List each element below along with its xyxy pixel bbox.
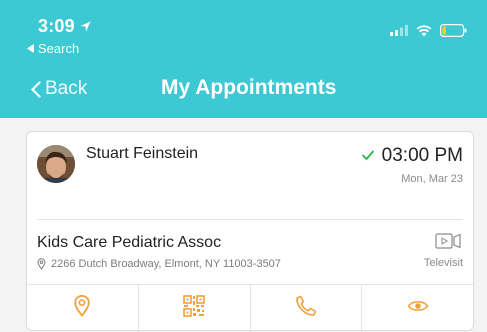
location-pin-icon [74, 295, 91, 317]
battery-icon [440, 24, 467, 37]
clinic-address: 2266 Dutch Broadway, Elmont, NY 11003-35… [37, 258, 281, 270]
view-details-button[interactable] [362, 285, 473, 332]
directions-button[interactable] [27, 285, 139, 332]
card-divider [37, 219, 463, 220]
appointment-card[interactable]: Stuart Feinstein 03:00 PM Mon, Mar 23 Ki… [26, 131, 474, 332]
location-arrow-icon [80, 21, 91, 32]
status-back-to-app[interactable]: Search [27, 41, 79, 56]
back-triangle-icon [27, 44, 34, 53]
status-icons [390, 24, 467, 37]
doctor-avatar [37, 145, 75, 183]
wifi-icon [416, 24, 432, 36]
signal-icon [390, 25, 408, 36]
appointment-time: 03:00 PM [381, 145, 463, 166]
phone-icon [296, 295, 317, 316]
status-back-label: Search [38, 41, 80, 56]
chevron-left-icon [30, 80, 41, 98]
address-pin-icon [37, 258, 46, 270]
status-time-text: 3:09 [38, 16, 75, 36]
qr-code-button[interactable] [139, 285, 251, 332]
clinic-name: Kids Care Pediatric Assoc [37, 234, 222, 251]
clinic-address-text: 2266 Dutch Broadway, Elmont, NY 11003-35… [51, 258, 281, 270]
page-title: My Appointments [161, 76, 337, 99]
action-bar [27, 284, 473, 332]
eye-icon [407, 301, 429, 311]
visit-type: Televisit [423, 257, 463, 269]
appointment-date: Mon, Mar 23 [401, 173, 463, 185]
status-bar-time: 3:09 [38, 16, 91, 37]
back-button[interactable]: Back [30, 78, 87, 100]
doctor-name: Stuart Feinstein [86, 145, 199, 162]
call-button[interactable] [251, 285, 363, 332]
back-button-label: Back [45, 78, 88, 99]
confirmed-check-icon [362, 150, 374, 161]
qr-code-icon [183, 295, 205, 317]
video-camera-icon [435, 233, 461, 249]
avatar-photo-icon [37, 145, 75, 183]
app-header: 3:09 Search Back My Appointments [0, 0, 487, 118]
